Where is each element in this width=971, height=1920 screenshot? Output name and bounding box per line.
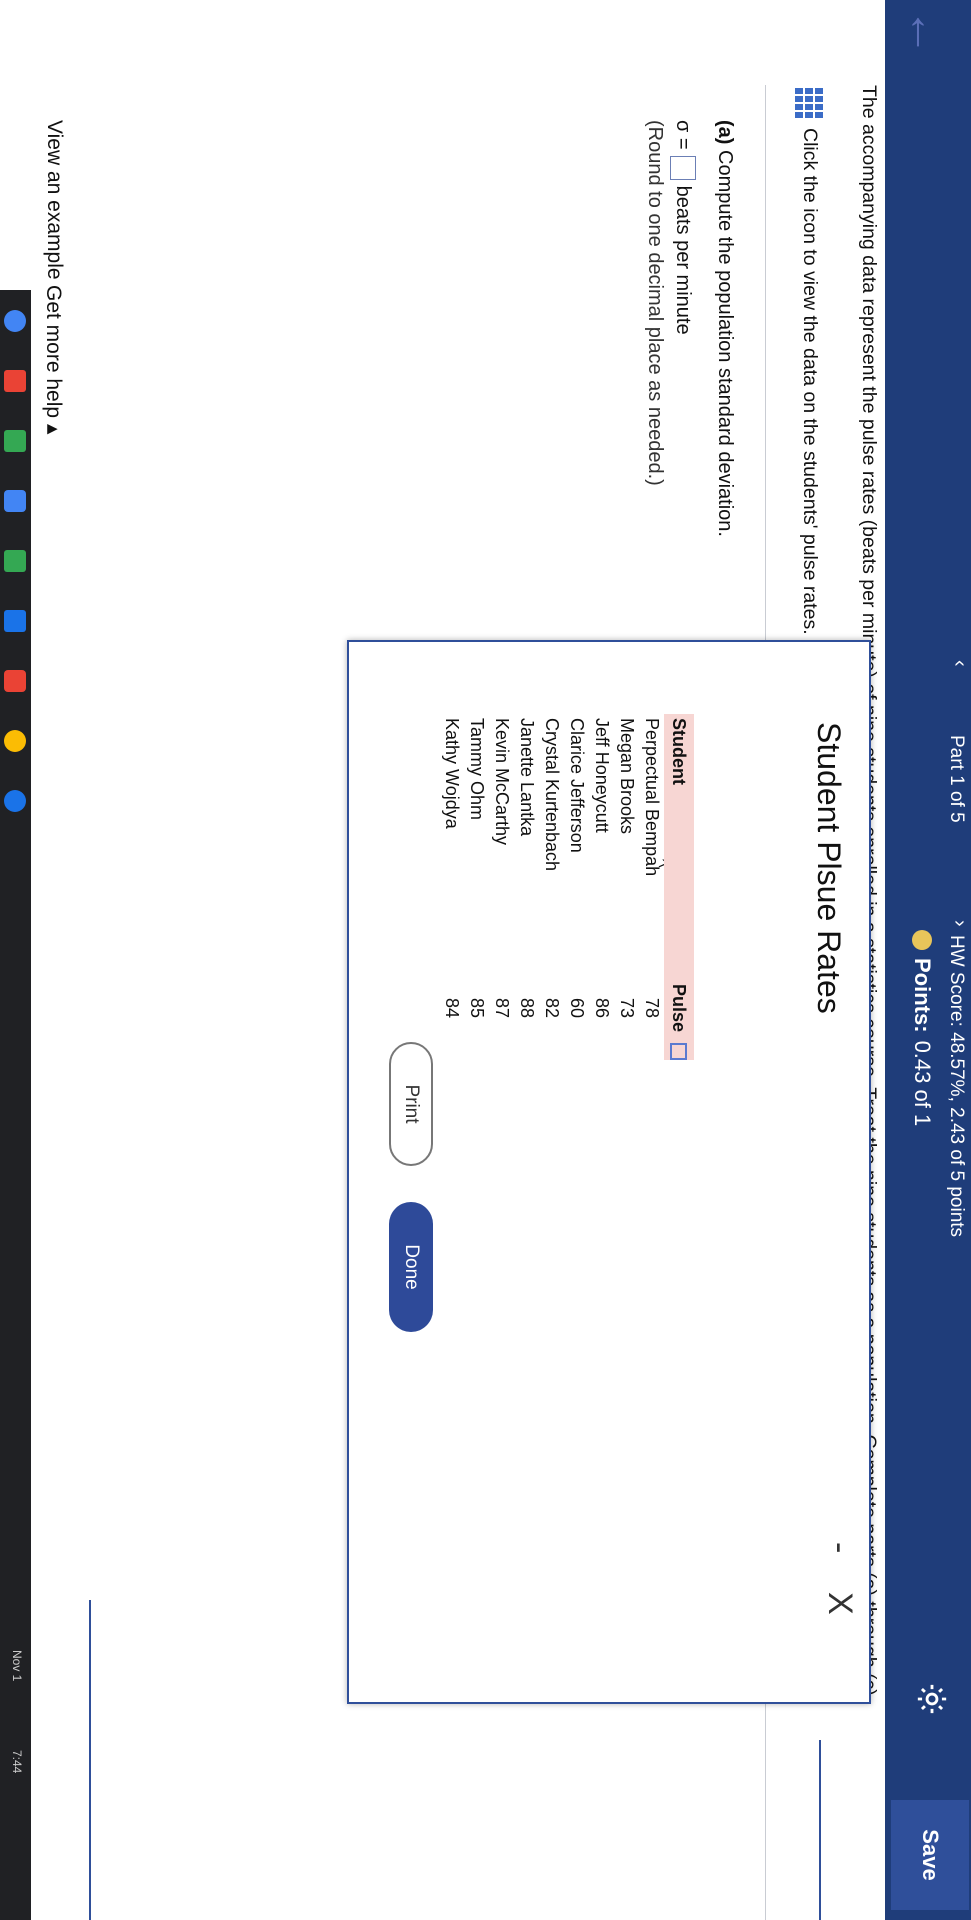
student-name: Janette Lantka [517,718,537,837]
pulse-value: 60 [567,997,587,1019]
pulse-value: 87 [492,997,512,1019]
get-more-help-link[interactable]: Get more help ▴ [41,285,66,434]
chevron-right-icon[interactable]: › [948,920,971,927]
table-row: Tammy Ohm 85 [464,714,489,1060]
student-name: Crystal Kurtenbach [542,718,562,872]
student-name: Jeff Honeycutt [592,718,612,833]
table-row: Kevin McCarthy 87 [489,714,514,1060]
youtube-icon[interactable] [4,670,27,692]
click-instruction: Click the icon to view the data on the s… [799,128,821,635]
gmail-icon[interactable] [4,370,27,392]
classroom-icon[interactable] [4,430,27,452]
app-icon[interactable] [4,790,27,812]
student-name: Clarice Jefferson [567,718,587,853]
chevron-left-icon[interactable]: ‹ [948,660,971,667]
student-name: Perpectual Bempah [642,718,662,877]
screen: ← ‹ Part 1 of 5 › HW Score: 48.57%, 2.43… [0,0,971,1920]
view-example-link[interactable]: View an example [42,120,66,280]
pulse-value: 85 [467,997,487,1019]
student-name: Kathy Wojdya [442,718,462,829]
column-header-student: Student [669,718,690,785]
table-row: Perpectual Bempah 78 [639,714,664,1060]
data-table-icon[interactable] [795,88,823,118]
minimize-button[interactable]: - [820,1542,859,1553]
rounding-note: (Round to one decimal place as needed.) [644,120,666,486]
close-button[interactable]: X [820,1592,859,1615]
pulse-value: 88 [517,997,537,1019]
points-label: Points: [910,958,935,1033]
table-row: Kathy Wojdya 84 [439,714,464,1060]
divider [819,1740,821,1920]
column-header-pulse: Pulse [669,983,690,1033]
part-indicator: Part 1 of 5 [946,735,967,823]
taskbar-time[interactable]: 7:44 [10,1750,24,1773]
part-a-prompt: (a) Compute the population standard devi… [713,120,736,537]
pulse-value: 82 [542,997,562,1019]
unit-label: beats per minute [672,185,695,335]
data-popup: Student Plsue Rates - X Student Pulse Pe… [347,640,871,1704]
progress-icon [912,930,932,950]
taskbar: Nov 1 7:44 [0,290,31,1920]
top-bar: ← ‹ Part 1 of 5 › HW Score: 48.57%, 2.43… [885,0,971,1920]
copy-icon[interactable] [670,1043,688,1060]
hw-score: HW Score: 48.57%, 2.43 of 5 points [946,935,967,1238]
table-row: Megan Brooks 73 [614,714,639,1060]
popup-title: Student Plsue Rates [811,722,847,1014]
done-button[interactable]: Done [389,1202,433,1332]
pulse-table: Student Pulse Perpectual Bempah 78 Megan … [439,714,694,1060]
save-button[interactable]: Save [891,1800,969,1910]
pulse-value: 86 [592,997,612,1019]
table-row: Jeff Honeycutt 86 [589,714,614,1060]
divider [89,1600,91,1920]
play-store-icon[interactable] [4,610,27,632]
photos-icon[interactable] [4,730,27,752]
table-row: Janette Lantka 88 [514,714,539,1060]
table-row: Clarice Jefferson 60 [564,714,589,1060]
chrome-icon[interactable] [4,310,27,332]
part-a-label: (a) [714,120,736,145]
points-value: 0.43 of 1 [910,1040,935,1127]
answer-input[interactable] [670,155,696,180]
table-row: Crystal Kurtenbach 82 [539,714,564,1060]
part-a-text: Compute the population standard deviatio… [714,150,736,537]
student-name: Megan Brooks [617,718,637,835]
pulse-value: 73 [617,997,637,1019]
points-display: Points: 0.43 of 1 [909,930,935,1126]
gear-icon[interactable] [915,1682,949,1716]
table-header: Student Pulse [664,714,694,1060]
pulse-value: 84 [442,997,462,1019]
sigma-label: σ = [672,120,695,150]
docs-icon[interactable] [4,490,27,512]
answer-row: σ = beats per minute [670,120,696,335]
files-icon[interactable] [4,550,27,572]
print-button[interactable]: Print [389,1042,433,1166]
student-name: Tammy Ohm [467,718,487,821]
taskbar-date: Nov 1 [10,1650,24,1682]
back-arrow-icon[interactable]: ← [898,8,953,56]
student-name: Kevin McCarthy [492,718,512,846]
pulse-value: 78 [642,997,662,1019]
